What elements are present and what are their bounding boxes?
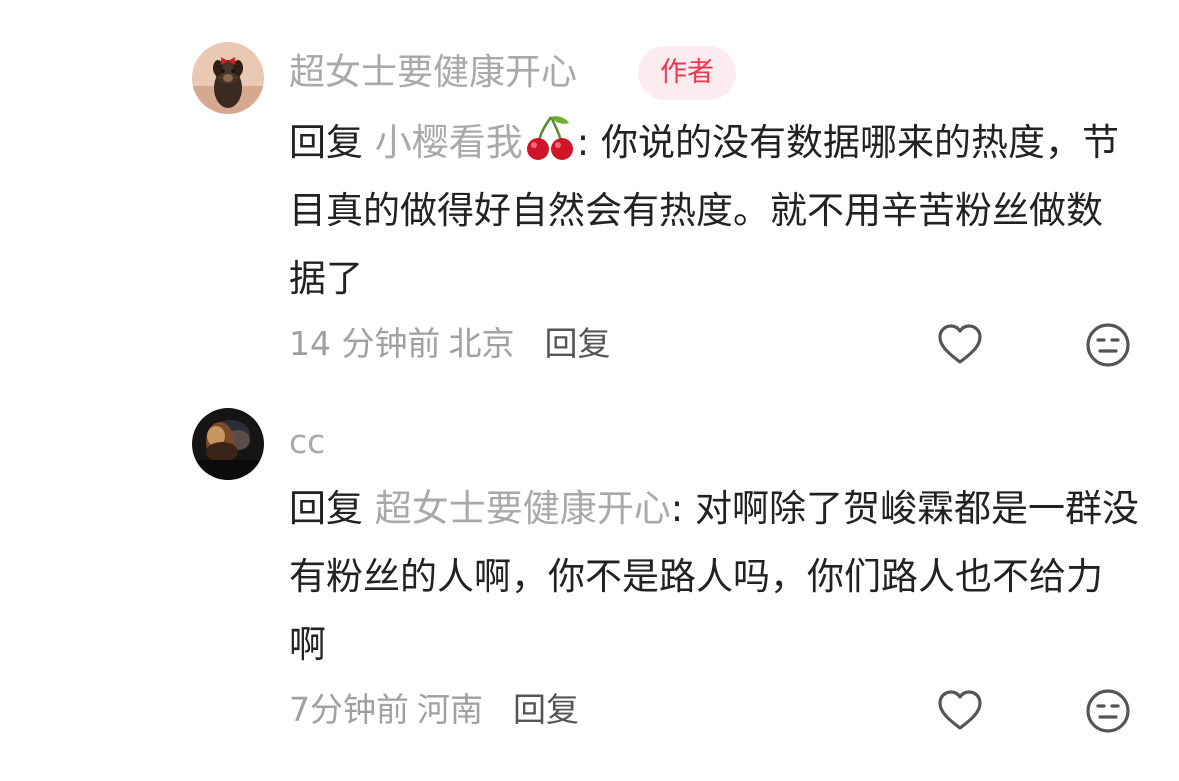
comment-meta: 7分钟前 河南 回复 xyxy=(289,688,579,732)
timestamp: 7分钟前 xyxy=(289,690,409,729)
avatar[interactable] xyxy=(192,408,264,480)
neutral-face-icon[interactable] xyxy=(1084,321,1132,369)
avatar[interactable] xyxy=(192,42,264,114)
reply-button[interactable]: 回复 xyxy=(513,690,579,729)
comment-meta: 14 分钟前 北京 回复 xyxy=(289,322,610,366)
location: 河南 xyxy=(417,690,483,729)
heart-outline-icon[interactable] xyxy=(936,687,984,735)
location: 北京 xyxy=(448,324,515,363)
cherries-icon xyxy=(526,116,573,160)
neutral-face-icon[interactable] xyxy=(1084,687,1132,735)
reply-label: 回复 xyxy=(289,121,363,164)
comment-text: 回复 超女士要健康开心: 对啊除了贺峻霖都是一群没有粉丝的人啊，你不是路人吗，你… xyxy=(289,475,1139,679)
username[interactable]: 超女士要健康开心 xyxy=(289,51,577,95)
colon: : xyxy=(576,121,590,164)
author-badge: 作者 xyxy=(638,46,736,100)
reply-label: 回复 xyxy=(289,487,363,530)
username[interactable]: cc xyxy=(289,420,325,464)
dog-avatar-icon xyxy=(192,42,264,114)
comment-item: 超女士要健康开心 作者 回复 小樱看我 : 你说的没有数据哪来的热度，节目真的做… xyxy=(0,0,1179,390)
comment-text: 回复 小樱看我 : 你说的没有数据哪来的热度，节目真的做得好自然会有热度。就不用… xyxy=(289,109,1139,313)
heart-outline-icon[interactable] xyxy=(936,321,984,369)
portrait-avatar-icon xyxy=(192,408,264,480)
comment-item: cc 回复 超女士要健康开心: 对啊除了贺峻霖都是一群没有粉丝的人啊，你不是路人… xyxy=(0,390,1179,781)
timestamp: 14 分钟前 xyxy=(289,324,441,363)
reply-target-username[interactable]: 超女士要健康开心 xyxy=(375,487,671,530)
colon: : xyxy=(670,487,684,530)
reply-target-username[interactable]: 小樱看我 xyxy=(375,121,523,164)
reply-button[interactable]: 回复 xyxy=(544,324,610,363)
